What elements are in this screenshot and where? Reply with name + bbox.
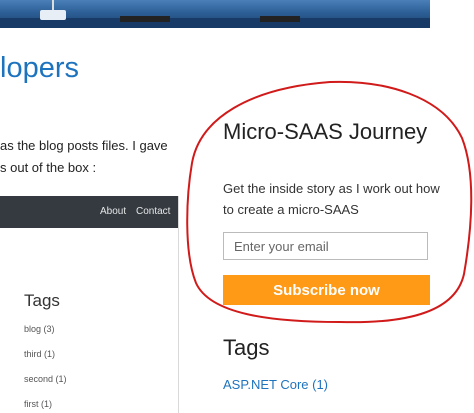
post-body-text: as the blog posts files. I gave s out of… xyxy=(0,135,190,179)
subscribe-button[interactable]: Subscribe now xyxy=(223,275,430,305)
embedded-tag: first (1) xyxy=(24,399,52,409)
email-input[interactable] xyxy=(223,232,428,260)
embedded-tag: blog (3) xyxy=(24,324,55,334)
subscribe-widget-title: Micro-SAAS Journey xyxy=(223,119,428,144)
banner-jetty xyxy=(260,16,300,22)
post-text-line: as the blog posts files. I gave xyxy=(0,138,168,153)
header-banner-image xyxy=(0,0,430,28)
subscribe-widget-description: Get the inside story as I work out how t… xyxy=(223,181,440,217)
post-text-line: s out of the box : xyxy=(0,160,97,175)
embedded-navbar: About Contact xyxy=(0,196,178,228)
tag-link-aspnet-core[interactable]: ASP.NET Core (1) xyxy=(223,377,328,392)
banner-boat xyxy=(40,10,66,20)
tags-heading: Tags xyxy=(223,335,270,360)
embedded-tag: second (1) xyxy=(24,374,67,384)
embedded-screenshot: About Contact Tags blog (3) third (1) se… xyxy=(0,196,179,413)
banner-jetty xyxy=(120,16,170,22)
blog-title[interactable]: lopers xyxy=(0,52,79,85)
embedded-nav-about: About xyxy=(100,206,127,217)
embedded-tags-heading: Tags xyxy=(24,291,60,310)
embedded-nav-contact: Contact xyxy=(136,206,171,217)
embedded-tag: third (1) xyxy=(24,349,56,359)
